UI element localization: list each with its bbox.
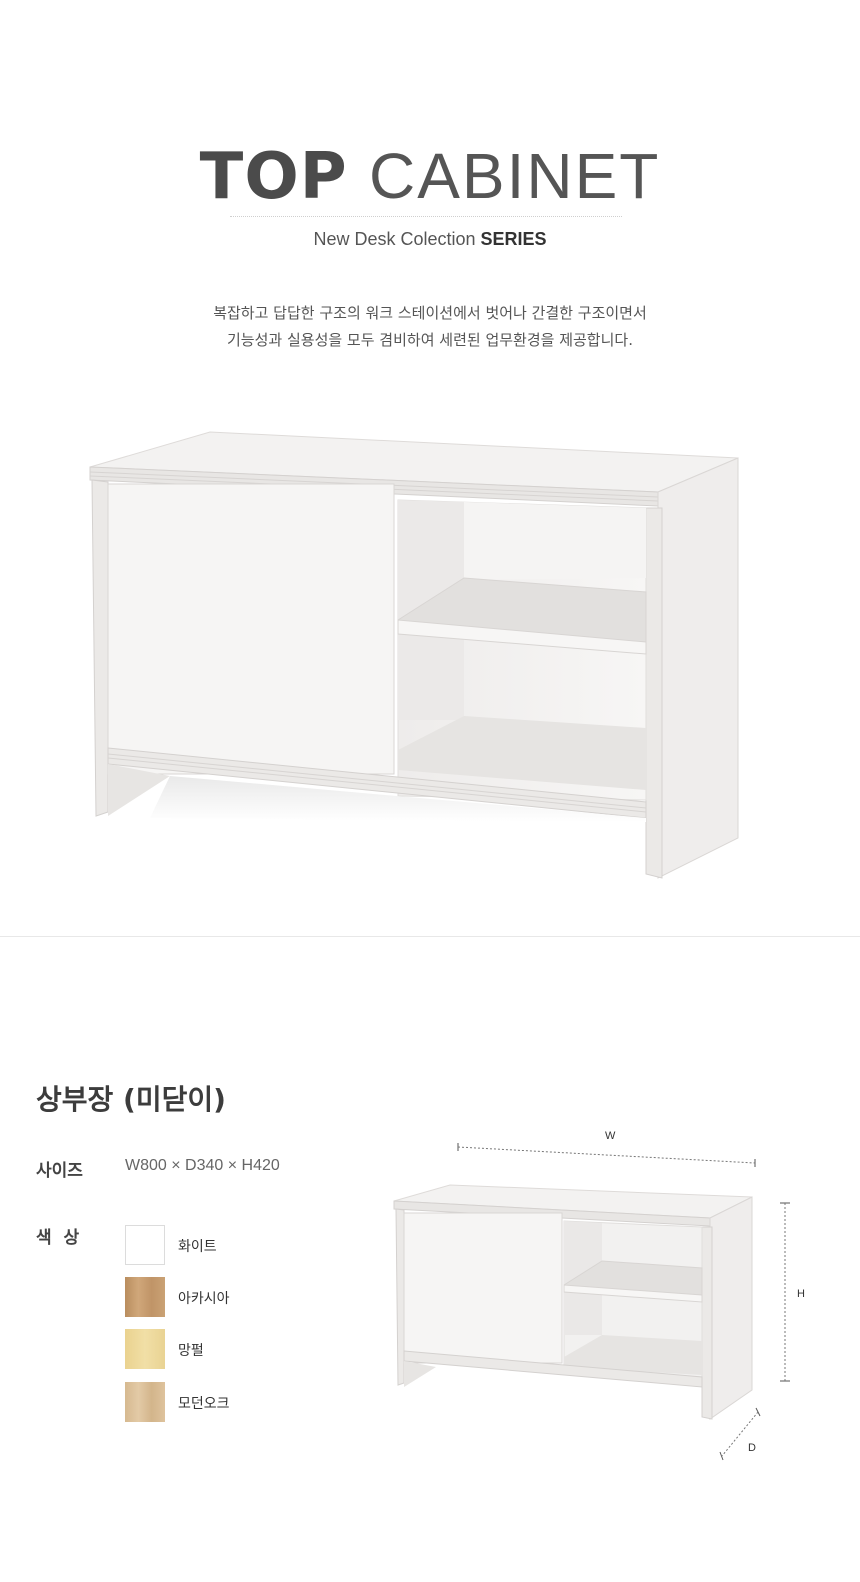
- size-value: W800 × D340 × H420: [125, 1157, 280, 1174]
- swatch-modern-oak: [125, 1382, 165, 1422]
- size-label: 사이즈: [36, 1161, 83, 1181]
- title-bold: TOP: [199, 140, 348, 214]
- title-light: CABINET: [368, 140, 661, 212]
- subtitle-main: New Desk Colection: [313, 229, 481, 249]
- description-line-2: 기능성과 실용성을 모두 겸비하여 세련된 업무환경을 제공합니다.: [227, 331, 633, 349]
- swatch-white: [125, 1225, 165, 1265]
- page-subtitle: New Desk Colection SERIES: [0, 229, 860, 250]
- subtitle-bold: SERIES: [480, 229, 547, 249]
- swatch-label-white: 화이트: [178, 1239, 217, 1255]
- title-divider: [230, 216, 622, 217]
- section-divider: [0, 936, 860, 937]
- description-line-1: 복잡하고 답답한 구조의 워크 스테이션에서 벗어나 간결한 구조이면서: [213, 304, 647, 322]
- color-label: 색 상: [36, 1228, 80, 1248]
- swatch-mangpearl: [125, 1329, 165, 1369]
- swatch-acacia: [125, 1277, 165, 1317]
- dimension-w-label: W: [605, 1130, 616, 1142]
- dimension-d-label: D: [748, 1442, 756, 1454]
- description: 복잡하고 답답한 구조의 워크 스테이션에서 벗어나 간결한 구조이면서 기능성…: [0, 300, 860, 354]
- page-title: TOP CABINET: [0, 140, 860, 213]
- cabinet-image: [89, 431, 739, 879]
- swatch-label-modern-oak: 모던오크: [178, 1396, 230, 1412]
- swatch-label-acacia: 아카시아: [178, 1291, 230, 1307]
- swatch-label-mangpearl: 망펄: [178, 1343, 204, 1359]
- dimension-h-label: H: [797, 1288, 805, 1300]
- dimension-diagram: [393, 1143, 790, 1461]
- product-name: 상부장 (미닫이): [36, 1083, 226, 1116]
